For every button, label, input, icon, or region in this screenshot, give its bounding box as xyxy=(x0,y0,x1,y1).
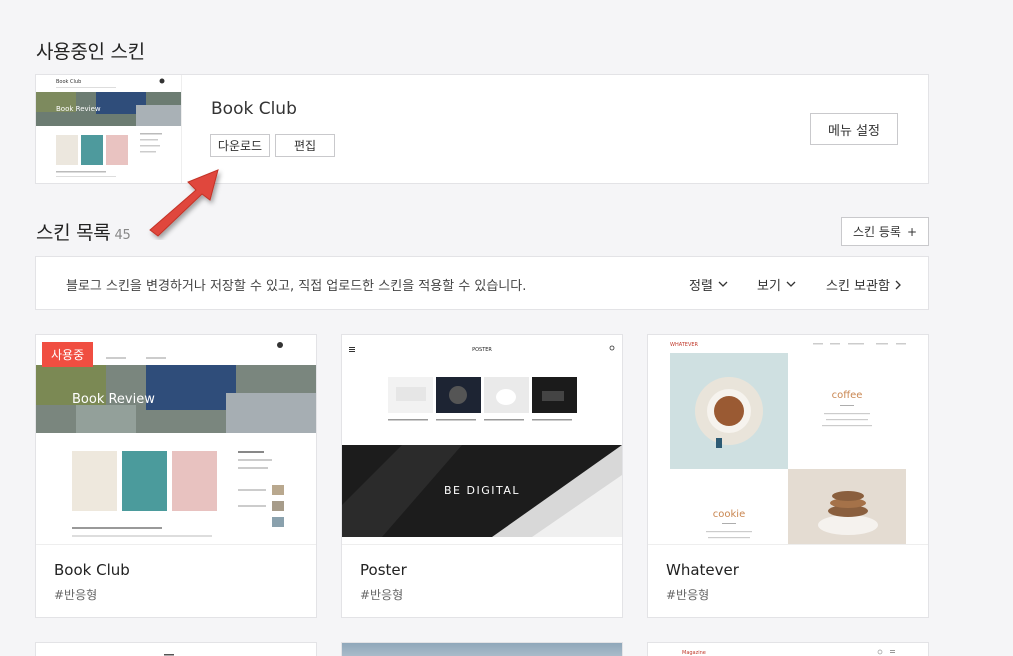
skin-card[interactable] xyxy=(35,642,317,656)
skin-tag: #반응형 xyxy=(54,588,98,602)
thumb-logo: Book Club xyxy=(56,79,81,85)
skin-card[interactable]: 사용중 Book Review Book Club #반응형 xyxy=(35,334,317,618)
in-use-badge: 사용중 xyxy=(42,342,94,367)
used-skin-heading: 사용중인 스킨 xyxy=(36,41,145,63)
skin-tag: #반응형 xyxy=(666,588,710,602)
skin-card[interactable]: Magazine xyxy=(647,642,929,656)
edit-button[interactable]: 편집 xyxy=(275,134,335,157)
thumb-banner: Book Review xyxy=(56,105,101,113)
skin-list-heading: 스킨 목록 45 xyxy=(36,218,131,245)
skin-storage-label: 스킨 보관함 xyxy=(826,279,890,294)
skin-description: 블로그 스킨을 변경하거나 저장할 수 있고, 직접 업로드한 스킨을 적용할 … xyxy=(66,279,527,294)
preview-word-coffee: coffee xyxy=(832,390,863,401)
preview-banner: Book Review xyxy=(72,392,155,407)
skin-card[interactable]: WHATEVER coffee cookie Whatever #반응형 xyxy=(647,334,929,618)
chevron-down-icon xyxy=(718,281,728,287)
preview-logo: Magazine xyxy=(682,650,706,656)
plus-icon: + xyxy=(906,224,918,239)
skin-name: Poster xyxy=(360,561,407,579)
skin-list-title: 스킨 목록 xyxy=(36,222,111,244)
sort-dropdown[interactable]: 정렬 xyxy=(689,275,728,294)
skin-card[interactable] xyxy=(341,642,623,656)
preview-banner: BE DIGITAL xyxy=(444,484,520,497)
current-skin-name: Book Club xyxy=(211,99,297,119)
chevron-right-icon xyxy=(895,280,901,289)
skin-card[interactable]: POSTER BE DIGITAL Poster #반응형 xyxy=(341,334,623,618)
menu-settings-button[interactable]: 메뉴 설정 xyxy=(810,113,898,145)
preview-word-cookie: cookie xyxy=(713,509,745,520)
skin-tag: #반응형 xyxy=(360,588,404,602)
skin-preview: POSTER BE DIGITAL xyxy=(342,335,622,545)
preview-logo: WHATEVER xyxy=(670,342,699,348)
skin-name: Book Club xyxy=(54,561,130,579)
skin-storage-link[interactable]: 스킨 보관함 xyxy=(826,275,902,294)
register-skin-label: 스킨 등록 xyxy=(852,225,901,239)
skin-count: 45 xyxy=(114,228,131,243)
skin-name: Whatever xyxy=(666,561,739,579)
register-skin-button[interactable]: 스킨 등록 + xyxy=(841,217,929,246)
preview-logo: POSTER xyxy=(472,347,492,353)
view-label: 보기 xyxy=(757,279,781,294)
skin-info-bar: 블로그 스킨을 변경하거나 저장할 수 있고, 직접 업로드한 스킨을 적용할 … xyxy=(35,256,929,310)
sort-label: 정렬 xyxy=(689,279,713,294)
download-button[interactable]: 다운로드 xyxy=(210,134,270,157)
view-dropdown[interactable]: 보기 xyxy=(757,275,796,294)
skin-preview: WHATEVER coffee cookie xyxy=(648,335,928,545)
pointer-arrow-icon xyxy=(149,169,219,237)
chevron-down-icon xyxy=(786,281,796,287)
